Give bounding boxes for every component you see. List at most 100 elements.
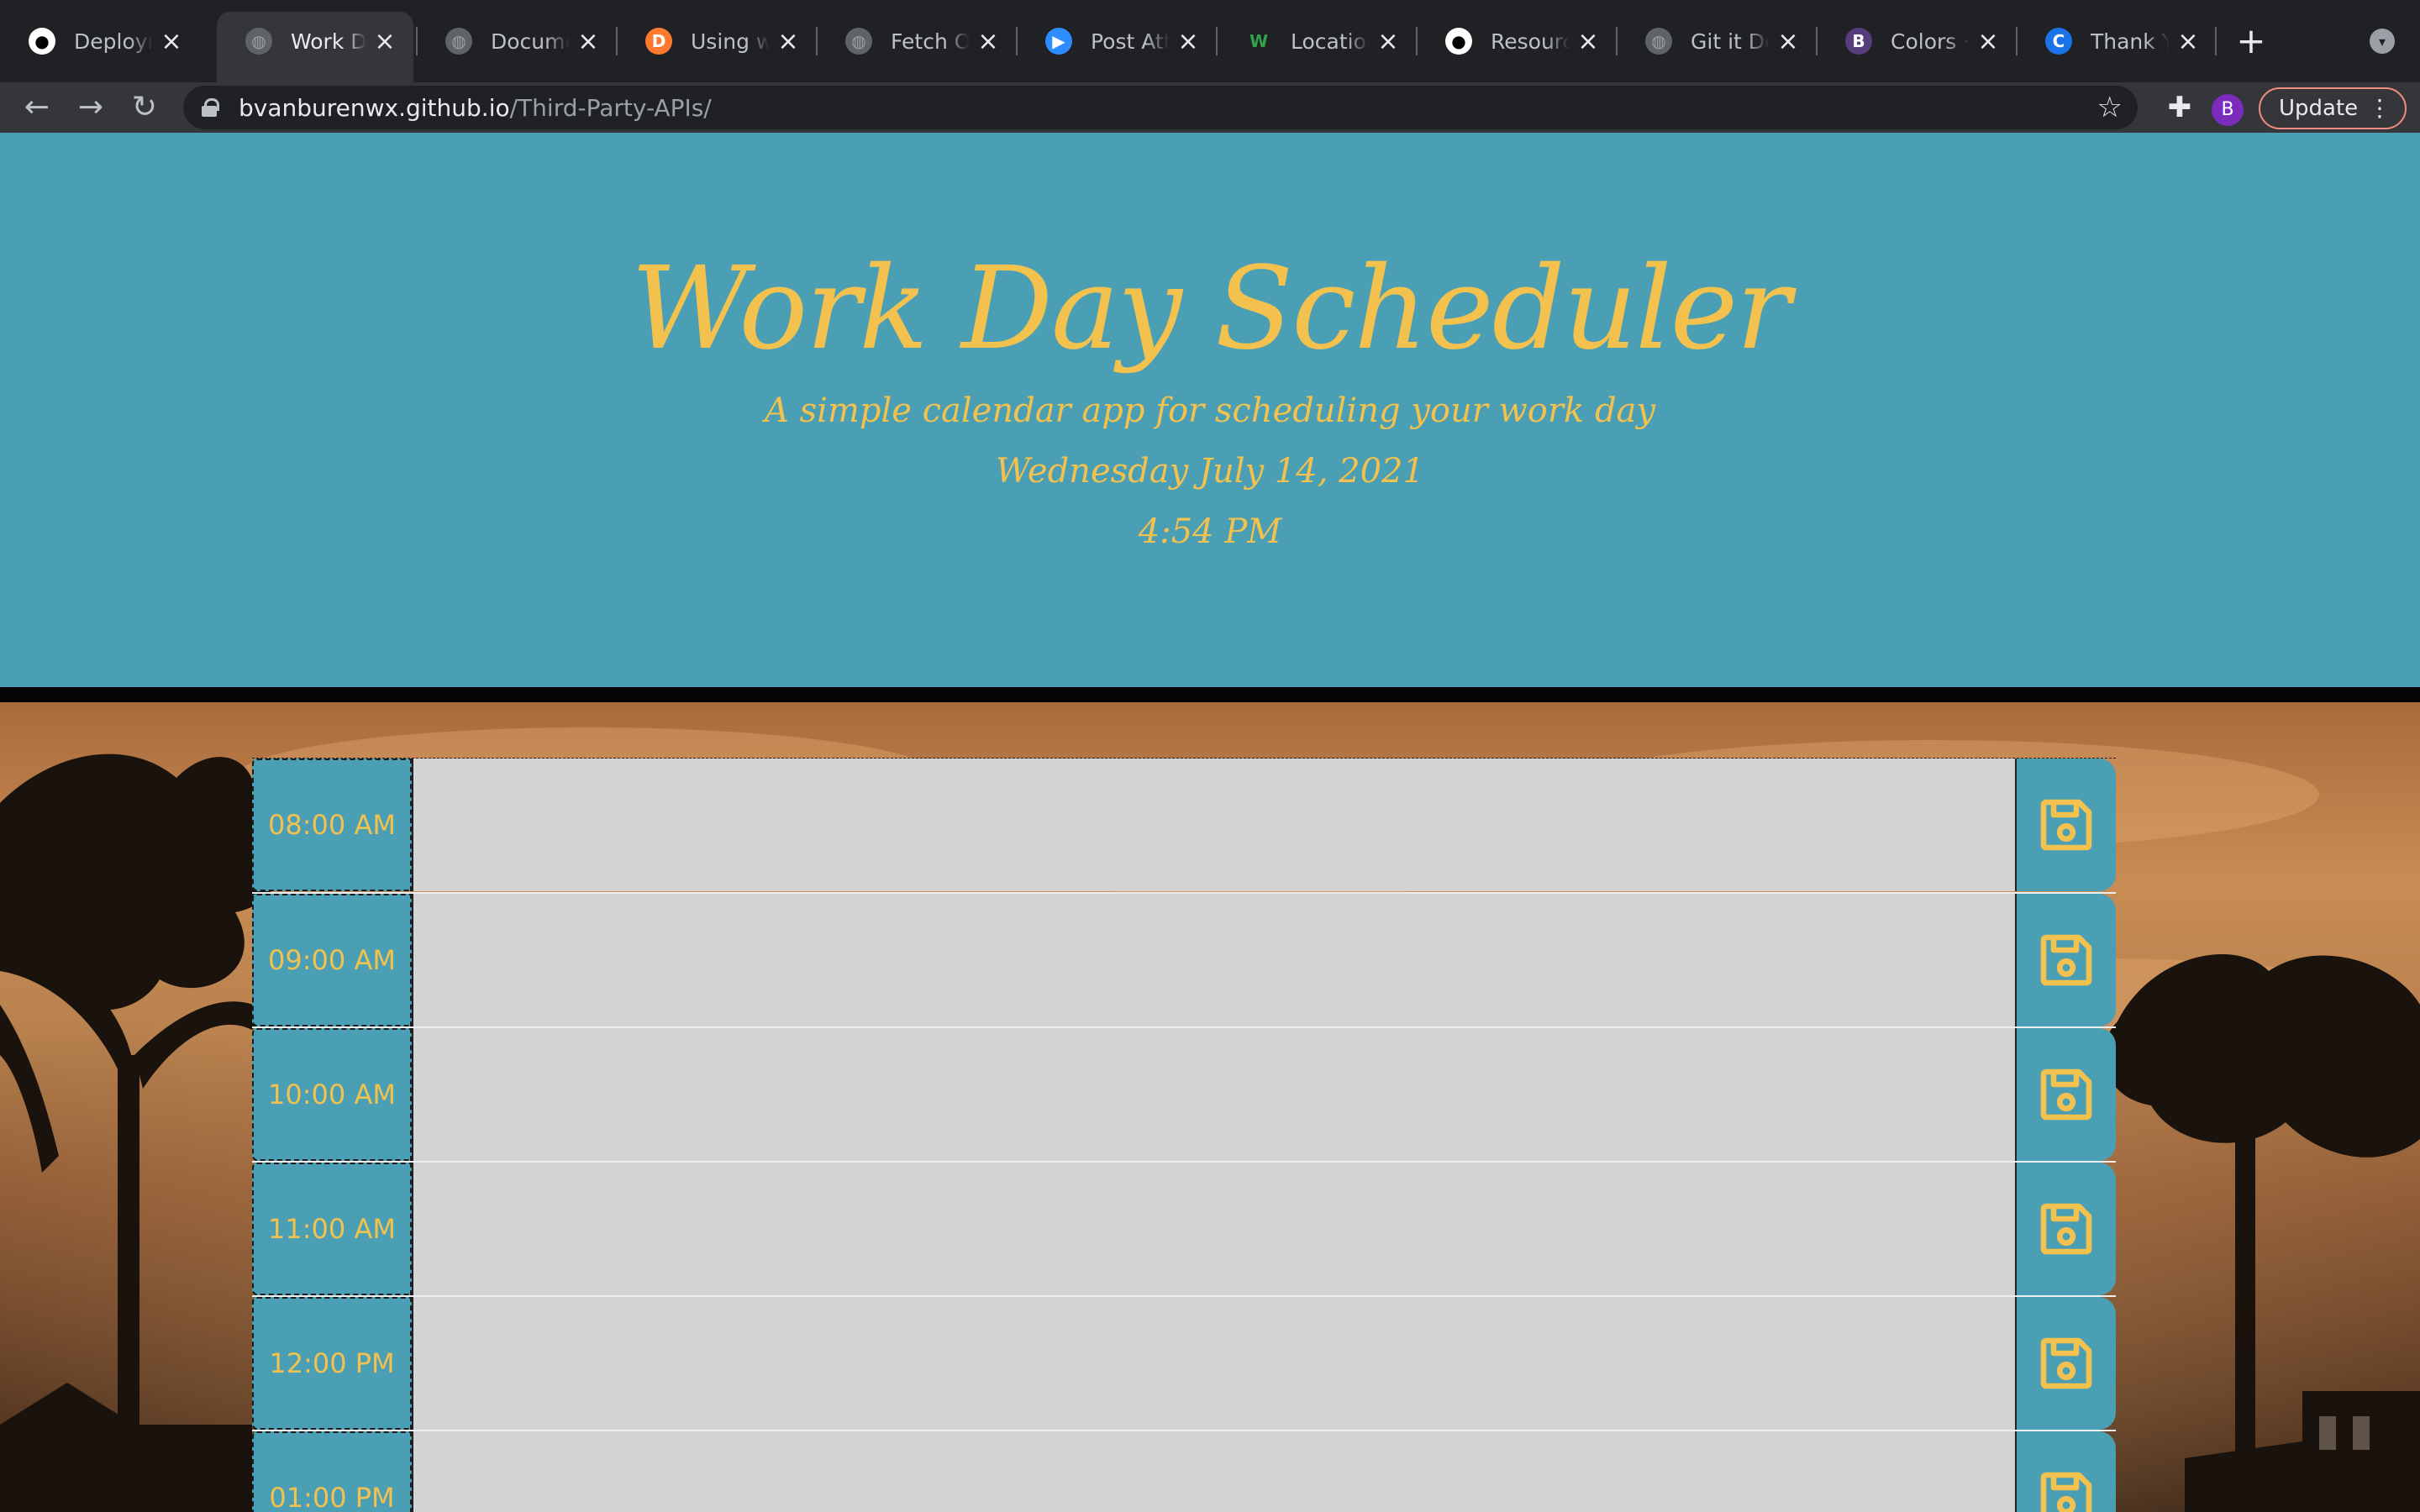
- bootstrap-icon: B: [1845, 28, 1872, 55]
- browser-tab[interactable]: B Colors · B×: [1817, 12, 2017, 71]
- hour-label: 10:00 AM: [252, 1028, 412, 1161]
- url-host: bvanburenwx.github.io: [239, 93, 510, 122]
- time-block-row: 11:00 AM: [252, 1161, 2116, 1295]
- tab-title: Work Day: [291, 29, 366, 54]
- url-path: /Third-Party-APIs/: [509, 93, 712, 122]
- tab-separator: [1616, 27, 1618, 55]
- tab-title: Git it Don: [1691, 29, 1770, 54]
- event-description-input[interactable]: [412, 1297, 2017, 1430]
- save-button[interactable]: [2017, 894, 2116, 1026]
- save-floppy-icon: [2040, 1068, 2092, 1121]
- update-button[interactable]: Update ⋮: [2259, 87, 2407, 129]
- browser-tab[interactable]: ◍ Documen×: [417, 12, 617, 71]
- event-description-input[interactable]: [412, 1028, 2017, 1161]
- tab-separator: [616, 27, 618, 55]
- tab-close-icon[interactable]: ×: [2176, 27, 2200, 56]
- save-floppy-icon: [2040, 1337, 2092, 1389]
- event-description-input[interactable]: [412, 759, 2017, 891]
- tab-close-icon[interactable]: ×: [1576, 27, 1600, 56]
- header-divider: [0, 687, 2420, 702]
- time-block-row: 09:00 AM: [252, 892, 2116, 1026]
- tab-separator: [2215, 27, 2217, 55]
- globe-icon: ◍: [845, 28, 872, 55]
- time-block-row: 01:00 PM: [252, 1430, 2116, 1512]
- hour-label: 08:00 AM: [252, 759, 412, 891]
- browser-tab[interactable]: ● Deployme ×: [0, 12, 200, 71]
- tab-close-icon[interactable]: ×: [1376, 27, 1400, 56]
- address-bar[interactable]: bvanburenwx.github.io/Third-Party-APIs/ …: [183, 86, 2138, 129]
- save-button[interactable]: [2017, 1163, 2116, 1295]
- save-floppy-icon: [2040, 799, 2092, 851]
- tab-close-icon[interactable]: ×: [776, 27, 800, 56]
- tab-title: Fetch Op: [891, 29, 970, 54]
- header-jumbotron: Work Day Scheduler A simple calendar app…: [0, 133, 2420, 687]
- update-label: Update: [2279, 96, 2359, 121]
- tab-close-icon[interactable]: ×: [160, 27, 183, 56]
- c-icon: C: [2045, 28, 2072, 55]
- tab-close-icon[interactable]: ×: [576, 27, 600, 56]
- tab-separator: [416, 27, 418, 55]
- tab-close-icon[interactable]: ×: [1176, 27, 1200, 56]
- page-subtitle: A simple calendar app for scheduling you…: [764, 391, 1656, 430]
- back-icon[interactable]: ←: [13, 82, 60, 133]
- tab-title: Colors · B: [1891, 29, 1970, 54]
- tab-title: Deployme: [74, 29, 153, 54]
- forward-icon[interactable]: →: [67, 82, 114, 133]
- browser-tab[interactable]: D Using win×: [617, 12, 817, 71]
- browser-tab[interactable]: ◍ Work Day ×: [217, 12, 413, 82]
- github-icon: ●: [1445, 28, 1472, 55]
- browser-tab[interactable]: ◍ Fetch Op×: [817, 12, 1017, 71]
- globe-icon: ◍: [1645, 28, 1672, 55]
- tab-close-icon[interactable]: ×: [373, 27, 397, 56]
- menu-dots-icon[interactable]: ⋮: [2368, 89, 2391, 128]
- lock-icon: [202, 98, 219, 117]
- save-button[interactable]: [2017, 1431, 2116, 1512]
- tab-title: Documen: [491, 29, 570, 54]
- zoom-icon: ▶: [1045, 28, 1072, 55]
- schedule-container: 08:00 AM 09:00 AM 10:00 AM 11:00 AM 12:00 PM…: [252, 758, 2116, 1512]
- tab-separator: [2016, 27, 2018, 55]
- tab-close-icon[interactable]: ×: [1976, 27, 2000, 56]
- save-floppy-icon: [2040, 1472, 2092, 1512]
- save-floppy-icon: [2040, 1203, 2092, 1255]
- event-description-input[interactable]: [412, 1163, 2017, 1295]
- tab-separator: [1416, 27, 1418, 55]
- tab-close-icon[interactable]: ×: [976, 27, 1000, 56]
- time-block-row: 12:00 PM: [252, 1295, 2116, 1430]
- save-button[interactable]: [2017, 759, 2116, 891]
- browser-tab[interactable]: ● Resource×: [1417, 12, 1617, 71]
- event-description-input[interactable]: [412, 1431, 2017, 1512]
- browser-tab[interactable]: W Location×: [1217, 12, 1417, 71]
- save-button[interactable]: [2017, 1297, 2116, 1430]
- bookmark-star-icon[interactable]: ☆: [2097, 91, 2123, 124]
- hour-label: 11:00 AM: [252, 1163, 412, 1295]
- reload-icon[interactable]: ↻: [121, 82, 168, 133]
- tab-title: Thank Yo: [2091, 29, 2170, 54]
- tab-close-icon[interactable]: ×: [1776, 27, 1800, 56]
- tab-separator: [1216, 27, 1218, 55]
- tab-separator: [816, 27, 818, 55]
- page-title: Work Day Scheduler: [630, 243, 1791, 375]
- event-description-input[interactable]: [412, 894, 2017, 1026]
- tab-title: Post Atte: [1091, 29, 1170, 54]
- tab-title: Using win: [691, 29, 770, 54]
- hour-label: 01:00 PM: [252, 1431, 412, 1512]
- codepen-icon: D: [645, 28, 672, 55]
- hour-label: 12:00 PM: [252, 1297, 412, 1430]
- tab-title: Location: [1291, 29, 1370, 54]
- github-icon: ●: [29, 28, 55, 55]
- tab-strip: ●Deployme×◍Work Day×◍Documen×DUsing win×…: [0, 0, 2420, 82]
- profile-avatar[interactable]: B: [2212, 94, 2244, 126]
- browser-tab[interactable]: C Thank Yo×: [2017, 12, 2217, 71]
- time-block-row: 10:00 AM: [252, 1026, 2116, 1161]
- tab-search-icon[interactable]: ▾: [2370, 29, 2395, 54]
- extensions-puzzle-icon[interactable]: ✚: [2156, 82, 2203, 133]
- browser-toolbar: ← → ↻ bvanburenwx.github.io/Third-Party-…: [0, 82, 2420, 133]
- browser-tab[interactable]: ▶ Post Atte×: [1017, 12, 1217, 71]
- globe-icon: ◍: [445, 28, 472, 55]
- new-tab-button[interactable]: +: [2235, 20, 2267, 62]
- save-button[interactable]: [2017, 1028, 2116, 1161]
- browser-tab[interactable]: ◍ Git it Don×: [1617, 12, 1817, 71]
- w-icon: W: [1249, 31, 1269, 51]
- tab-title: Resource: [1491, 29, 1570, 54]
